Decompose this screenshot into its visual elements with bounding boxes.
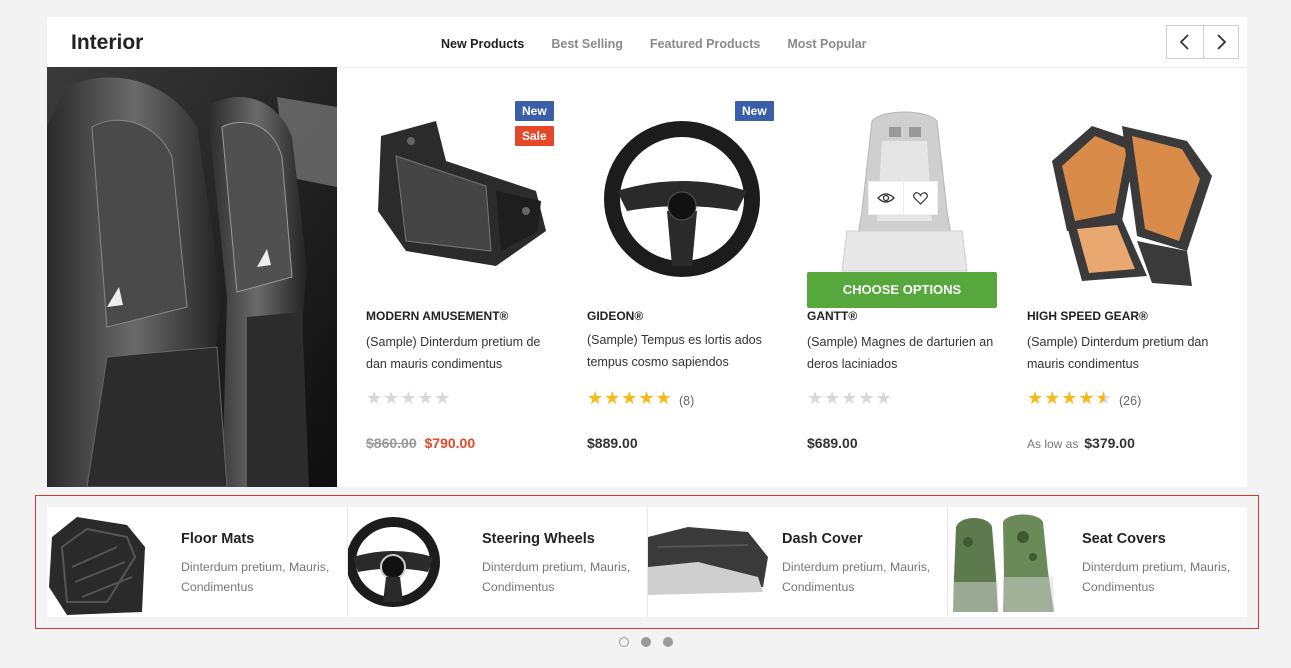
product-brand[interactable]: GANTT®	[807, 309, 857, 323]
category-card-floor-mats[interactable]: Floor Mats Dinterdum pretium, Mauris, Co…	[47, 507, 347, 617]
review-count[interactable]: (26)	[1119, 394, 1141, 408]
floor-mats-illustration	[1052, 126, 1212, 286]
tab-best-selling[interactable]: Best Selling	[551, 37, 623, 51]
sale-price: $790.00	[424, 435, 476, 451]
rating-stars: ★★★★★	[1027, 388, 1113, 409]
pagination-dot-3[interactable]	[663, 637, 673, 647]
category-description: Dinterdum pretium, Mauris, Condimentus	[482, 560, 631, 594]
steering-wheels-image	[348, 507, 448, 617]
old-price: $860.00	[366, 435, 417, 451]
dash-cover-icon	[648, 527, 768, 595]
price-row: As low as $379.00	[1027, 435, 1135, 451]
car-seat-illustration	[47, 67, 337, 487]
eye-icon	[877, 193, 895, 203]
half-star-icon: ★	[1095, 388, 1113, 408]
rating-stars: ★★★★★	[366, 388, 452, 409]
rating-stars: ★★★★★	[587, 388, 673, 409]
product-image-floor-mats[interactable]	[1027, 101, 1227, 291]
chevron-left-icon	[1179, 34, 1189, 50]
badge-sale: Sale	[515, 126, 554, 146]
product-card[interactable]: New Sale MODERN AMUSEMENT® (Sample) Dint…	[366, 101, 566, 451]
wishlist-button[interactable]	[902, 182, 937, 214]
panel-header: Interior New Products Best Selling Featu…	[47, 17, 1247, 68]
seat-cover-icon	[953, 514, 1054, 612]
quick-actions	[868, 181, 938, 215]
quick-view-button[interactable]	[869, 182, 903, 214]
next-button[interactable]	[1202, 26, 1239, 58]
category-card-steering-wheels[interactable]: Steering Wheels Dinterdum pretium, Mauri…	[347, 507, 647, 617]
star-icon: ★★★★★	[366, 388, 452, 408]
dash-cover-image	[648, 507, 768, 617]
section-title: Interior	[71, 31, 144, 54]
product-image-steering-wheel[interactable]	[587, 101, 787, 291]
product-brand[interactable]: MODERN AMUSEMENT®	[366, 309, 508, 323]
star-icon: ★★★★	[1027, 388, 1096, 408]
product-name[interactable]: (Sample) Tempus es lortis ados tempus co…	[587, 329, 777, 373]
price-prefix: As low as	[1027, 437, 1079, 451]
price: $379.00	[1084, 435, 1135, 451]
badge-new: New	[735, 101, 774, 121]
floor-mat-icon	[49, 517, 145, 615]
product-card[interactable]: New GIDEON® (Sample) Tempus es lortis ad…	[587, 101, 787, 451]
price-row: $860.00 $790.00	[366, 435, 475, 451]
hero-image-car-seats[interactable]	[47, 67, 337, 487]
category-carousel: Floor Mats Dinterdum pretium, Mauris, Co…	[35, 495, 1259, 629]
star-icon: ★★★★★	[807, 388, 893, 408]
product-name[interactable]: (Sample) Dinterdum pretium de dan mauris…	[366, 331, 556, 375]
category-title[interactable]: Dash Cover	[782, 531, 863, 547]
badge-new: New	[515, 101, 554, 121]
floor-mats-image	[47, 507, 147, 617]
category-card-seat-covers[interactable]: Seat Covers Dinterdum pretium, Mauris, C…	[947, 507, 1247, 617]
category-description: Dinterdum pretium, Mauris, Condimentus	[782, 560, 931, 594]
product-brand[interactable]: GIDEON®	[587, 309, 643, 323]
product-card[interactable]: HIGH SPEED GEAR® (Sample) Dinterdum pret…	[1027, 101, 1227, 451]
category-title[interactable]: Seat Covers	[1082, 531, 1166, 547]
pagination-dot-2[interactable]	[641, 637, 651, 647]
product-brand[interactable]: HIGH SPEED GEAR®	[1027, 309, 1148, 323]
choose-options-button[interactable]: CHOOSE OPTIONS	[807, 272, 997, 308]
category-title[interactable]: Floor Mats	[181, 531, 254, 547]
star-icon: ★★★★★	[587, 388, 673, 408]
category-description: Dinterdum pretium, Mauris, Condimentus	[1082, 560, 1231, 594]
product-name[interactable]: (Sample) Dinterdum pretium dan mauris co…	[1027, 331, 1217, 375]
product-tabs: New Products Best Selling Featured Produ…	[441, 37, 894, 51]
steering-wheel-icon	[348, 517, 440, 607]
chevron-right-icon	[1217, 34, 1227, 50]
seat-covers-image	[948, 507, 1060, 617]
carousel-pagination	[619, 637, 673, 647]
tab-most-popular[interactable]: Most Popular	[787, 37, 866, 51]
category-description: Dinterdum pretium, Mauris, Condimentus	[181, 560, 330, 594]
category-title[interactable]: Steering Wheels	[482, 531, 595, 547]
rating-stars: ★★★★★	[807, 388, 893, 409]
heart-icon	[913, 191, 928, 205]
interior-panel: Interior New Products Best Selling Featu…	[47, 17, 1247, 487]
prev-button[interactable]	[1167, 26, 1203, 58]
category-card-dash-cover[interactable]: Dash Cover Dinterdum pretium, Mauris, Co…	[647, 507, 947, 617]
carousel-arrows	[1166, 25, 1239, 59]
review-count[interactable]: (8)	[679, 394, 694, 408]
product-card[interactable]: CHOOSE OPTIONS GANTT® (Sample) Magnes de…	[807, 101, 1007, 451]
price: $889.00	[587, 435, 638, 451]
product-name[interactable]: (Sample) Magnes de darturien an deros la…	[807, 331, 997, 375]
pagination-dot-1[interactable]	[619, 637, 629, 647]
price: $689.00	[807, 435, 858, 451]
tab-featured-products[interactable]: Featured Products	[650, 37, 760, 51]
tab-new-products[interactable]: New Products	[441, 37, 524, 51]
steering-wheel-illustration	[604, 121, 760, 277]
